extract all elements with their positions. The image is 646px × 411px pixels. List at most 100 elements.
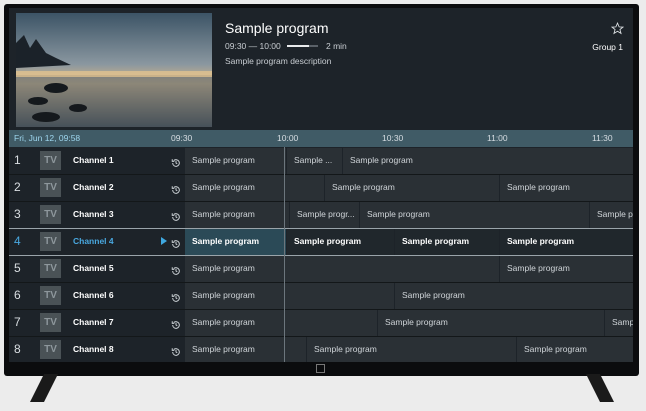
channel-row[interactable]: 8 TV Channel 8 Sample program Sample program… [9, 337, 633, 362]
program-cell-label: Sample program [192, 317, 255, 327]
program-title: Sample program [225, 20, 329, 36]
history-icon[interactable] [171, 317, 181, 329]
history-icon[interactable] [171, 263, 181, 275]
program-cell[interactable]: Sample program [516, 337, 633, 362]
program-cell-label: Sample program [385, 317, 448, 327]
program-cell[interactable]: Sample program [324, 175, 499, 201]
program-cell-label: Sample ... [294, 155, 333, 165]
program-cell-label: Sample program [507, 236, 575, 246]
program-cell-label: Sample program [402, 236, 470, 246]
history-icon[interactable] [171, 290, 181, 302]
program-cell-label: Sample program [192, 155, 255, 165]
program-cell[interactable]: Sample program [286, 229, 394, 255]
channel-row[interactable]: 6 TV Channel 6 Sample program Sample program [9, 283, 633, 310]
program-cell[interactable]: Sample program [184, 175, 324, 201]
program-cell-label: Sample program [507, 182, 570, 192]
program-cell[interactable]: Sample ... [286, 148, 342, 174]
program-cell-label: Sample progr... [297, 209, 355, 219]
program-cell[interactable]: Sample program [184, 202, 289, 228]
brand-logo [316, 364, 325, 373]
tv-guide-screen: Sample program 09:30 — 10:00 2 min Sampl… [9, 8, 633, 362]
channel-logo-icon: TV [40, 205, 61, 224]
channel-row[interactable]: 5 TV Channel 5 Sample program Sample program [9, 256, 633, 283]
program-cell-label: Samp [612, 317, 633, 327]
program-cell[interactable]: Sample program [184, 283, 394, 309]
time-tick: 09:30 [171, 133, 193, 143]
channel-number: 4 [14, 234, 21, 248]
program-cell[interactable]: Sample program [306, 337, 516, 362]
program-cell-label: Sample program [192, 263, 255, 273]
program-cell[interactable]: Sample program [184, 148, 286, 174]
program-cell[interactable]: Sample program [394, 229, 499, 255]
program-cell[interactable]: Sample program [184, 229, 286, 255]
history-icon[interactable] [171, 155, 181, 167]
program-description: Sample program description [225, 56, 332, 66]
program-cell-label: Sample program [192, 209, 255, 219]
program-cell-label: Sample program [367, 209, 430, 219]
program-cell-label: Sample program [192, 182, 255, 192]
program-cell-label: Sample program [524, 344, 587, 354]
program-cell[interactable]: Sample program [499, 256, 633, 282]
program-cell-label: Sample program [350, 155, 413, 165]
program-cell-label: Sample program [192, 236, 260, 246]
time-tick: 11:30 [592, 133, 613, 143]
program-cell[interactable]: Sample program [499, 229, 633, 255]
program-cell-label: Sample program [192, 290, 255, 300]
history-icon[interactable] [171, 236, 181, 248]
time-tick: 10:30 [382, 133, 404, 143]
channel-logo-icon: TV [40, 340, 61, 359]
channel-logo-icon: TV [40, 286, 61, 305]
program-cell[interactable]: Sample program [394, 283, 633, 309]
channel-logo-icon: TV [40, 178, 61, 197]
program-cell[interactable]: Sample program [184, 337, 306, 362]
channel-row[interactable]: 3 TV Channel 3 Sample program Sample progr..… [9, 202, 633, 229]
channel-number: 3 [14, 207, 21, 221]
program-cell[interactable]: Sample program [359, 202, 589, 228]
program-duration: 2 min [326, 41, 347, 51]
channel-row[interactable]: 2 TV Channel 2 Sample program Sample program… [9, 175, 633, 202]
play-icon [161, 237, 167, 245]
channel-name: Channel 3 [73, 209, 114, 219]
channel-logo-icon: TV [40, 232, 61, 251]
program-cell[interactable]: Samp [604, 310, 633, 336]
timeline-header: Fri, Jun 12, 09:58 09:30 10:00 10:30 11:… [9, 130, 633, 147]
program-time: 09:30 — 10:00 [225, 41, 281, 51]
program-cell[interactable]: Sample program [184, 310, 377, 336]
channel-name: Channel 8 [73, 344, 114, 354]
program-cell[interactable]: Sample program [377, 310, 604, 336]
channel-name: Channel 1 [73, 155, 114, 165]
program-cell[interactable]: Sample progr... [289, 202, 359, 228]
channel-logo-icon: TV [40, 313, 61, 332]
channel-number: 5 [14, 261, 21, 275]
program-cell-label: Sample pr [597, 209, 633, 219]
history-icon[interactable] [171, 209, 181, 221]
channel-row[interactable]: 1 TV Channel 1 Sample program Sample ... Samp… [9, 148, 633, 175]
current-date-time: Fri, Jun 12, 09:58 [14, 133, 81, 143]
program-progress-bar [287, 45, 318, 47]
program-cell[interactable]: Sample program [499, 175, 633, 201]
history-icon[interactable] [171, 344, 181, 356]
favorite-star-icon[interactable] [610, 21, 625, 35]
program-thumbnail [16, 13, 212, 127]
channel-row[interactable]: 7 TV Channel 7 Sample program Sample program… [9, 310, 633, 337]
channel-number: 6 [14, 288, 21, 302]
program-cell-label: Sample program [314, 344, 377, 354]
channel-number: 2 [14, 180, 21, 194]
channel-row[interactable]: 4 TV Channel 4 Sample program Sample program… [9, 229, 633, 256]
program-cell-label: Sample program [192, 344, 255, 354]
program-progress-fill [287, 45, 309, 47]
program-cell[interactable]: Sample program [184, 256, 499, 282]
selection-border [9, 228, 633, 229]
history-icon[interactable] [171, 182, 181, 194]
channel-logo-icon: TV [40, 151, 61, 170]
channel-number: 8 [14, 342, 21, 356]
program-cell-label: Sample program [332, 182, 395, 192]
channel-number: 7 [14, 315, 21, 329]
program-cell[interactable]: Sample pr [589, 202, 633, 228]
current-time-line [284, 147, 285, 362]
channel-name: Channel 5 [73, 263, 114, 273]
channel-logo-icon: TV [40, 259, 61, 278]
group-label: Group 1 [592, 42, 623, 52]
time-tick: 10:00 [277, 133, 299, 143]
program-cell[interactable]: Sample program [342, 148, 633, 174]
